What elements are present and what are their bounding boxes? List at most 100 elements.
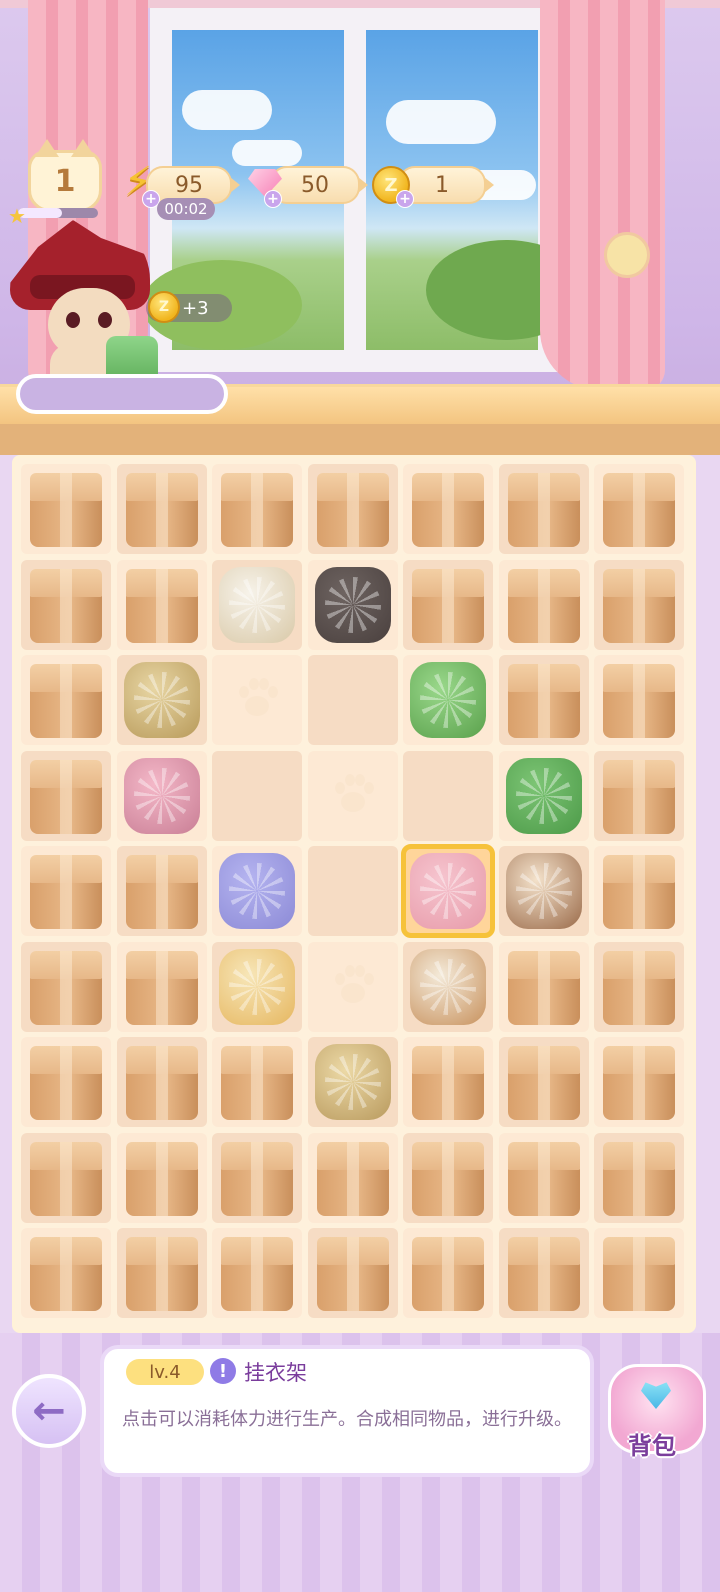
cardboard-box-icon <box>504 565 584 645</box>
cardboard-box-icon <box>26 947 106 1027</box>
cardboard-box-icon <box>217 469 297 549</box>
board-cell[interactable] <box>307 750 398 841</box>
cardboard-box-icon <box>122 1138 202 1218</box>
board-cell[interactable] <box>21 655 111 745</box>
cardboard-box-icon <box>504 1042 584 1122</box>
board-cell[interactable] <box>498 941 589 1032</box>
board-cell[interactable] <box>212 1037 302 1127</box>
board-cell[interactable] <box>403 464 493 554</box>
item-description: 点击可以消耗体力进行生产。合成相同物品，进行升级。 <box>122 1409 572 1430</box>
board-cell[interactable] <box>307 941 398 1032</box>
add-coins-button[interactable]: + <box>396 190 414 208</box>
cardboard-box-icon <box>122 851 202 931</box>
board-cell[interactable] <box>403 941 493 1032</box>
paw-print-icon <box>235 678 279 722</box>
board-cell[interactable] <box>212 1132 302 1223</box>
cardboard-box-icon <box>26 1233 106 1313</box>
board-cell[interactable] <box>116 750 207 841</box>
cardboard-box-icon <box>408 565 488 645</box>
item-info-panel: lv.4 ! 挂衣架 点击可以消耗体力进行生产。合成相同物品，进行升级。 <box>100 1345 594 1477</box>
player-level-badge[interactable]: 1 <box>28 139 102 212</box>
board-cell[interactable] <box>594 464 684 554</box>
cardboard-box-icon <box>26 1042 106 1122</box>
cardboard-box-icon <box>217 1233 297 1313</box>
board-cell[interactable] <box>212 846 302 936</box>
board-cell[interactable] <box>594 846 684 936</box>
gem-value: 50 <box>301 172 329 198</box>
board-cell[interactable] <box>594 1228 684 1318</box>
board-cell[interactable] <box>21 464 111 554</box>
merge-board <box>12 455 696 1333</box>
board-cell[interactable] <box>594 941 684 1032</box>
board-cell[interactable] <box>498 559 589 650</box>
board-cell[interactable] <box>498 1132 589 1223</box>
board-cell[interactable] <box>594 1132 684 1223</box>
curtain-right <box>540 0 665 390</box>
board-cell[interactable] <box>21 846 111 936</box>
board-cell[interactable] <box>594 655 684 745</box>
board-cell[interactable] <box>116 655 207 745</box>
board-cell[interactable] <box>116 1132 207 1223</box>
cardboard-box-icon <box>599 756 679 836</box>
bag-button[interactable]: 背包 <box>600 1356 710 1464</box>
board-cell[interactable] <box>116 941 207 1032</box>
board-cell[interactable] <box>307 846 398 936</box>
board-cell[interactable] <box>212 559 302 650</box>
board-cell[interactable] <box>116 1228 207 1318</box>
board-cell[interactable] <box>403 1132 493 1223</box>
board-cell[interactable] <box>498 655 589 745</box>
back-button[interactable]: ← <box>12 1374 86 1448</box>
rabbit-bag-icon <box>314 1044 391 1120</box>
cardboard-box-icon <box>122 947 202 1027</box>
item-name: 挂衣架 <box>244 1361 307 1385</box>
sill-shadow <box>0 424 720 455</box>
board-cell[interactable] <box>307 1037 398 1127</box>
board-cell[interactable] <box>116 464 207 554</box>
cardboard-box-icon <box>599 469 679 549</box>
board-cell[interactable] <box>403 750 493 841</box>
cardboard-box-icon <box>599 660 679 740</box>
board-cell[interactable] <box>403 1228 493 1318</box>
board-cell[interactable] <box>498 464 589 554</box>
board-cell[interactable] <box>594 559 684 650</box>
blue-jacket-icon <box>219 853 295 929</box>
board-cell[interactable] <box>498 846 589 936</box>
board-cell[interactable] <box>594 750 684 841</box>
cardboard-box-icon <box>408 469 488 549</box>
board-cell[interactable] <box>307 655 398 745</box>
board-cell[interactable] <box>21 1228 111 1318</box>
board-cell[interactable] <box>307 464 398 554</box>
info-icon[interactable]: ! <box>210 1358 236 1384</box>
add-gems-button[interactable]: + <box>264 190 282 208</box>
board-cell[interactable] <box>21 750 111 841</box>
bottle-icon <box>410 948 486 1025</box>
board-cell[interactable] <box>212 655 302 745</box>
board-cell[interactable] <box>307 559 398 650</box>
board-cell[interactable] <box>116 1037 207 1127</box>
board-cell[interactable] <box>21 1037 111 1127</box>
board-cell[interactable] <box>212 750 302 841</box>
board-cell[interactable] <box>403 1037 493 1127</box>
cardboard-box-icon <box>313 1138 393 1218</box>
board-cell[interactable] <box>116 559 207 650</box>
board-cell[interactable] <box>307 1228 398 1318</box>
board-cell[interactable] <box>403 655 493 745</box>
cat-character[interactable] <box>10 220 160 394</box>
board-cell[interactable] <box>21 559 111 650</box>
board-cell[interactable] <box>212 941 302 1032</box>
board-cell[interactable] <box>498 1037 589 1127</box>
board-cell[interactable] <box>307 1132 398 1223</box>
cardboard-box-icon <box>26 1138 106 1218</box>
back-arrow-icon: ← <box>32 1388 66 1434</box>
board-cell[interactable] <box>498 1228 589 1318</box>
cardboard-box-icon <box>26 565 106 645</box>
board-cell[interactable] <box>116 846 207 936</box>
board-cell[interactable] <box>21 1132 111 1223</box>
board-cell[interactable] <box>401 844 495 938</box>
board-cell[interactable] <box>498 750 589 841</box>
board-cell[interactable] <box>212 464 302 554</box>
board-cell[interactable] <box>21 941 111 1032</box>
board-cell[interactable] <box>594 1037 684 1127</box>
board-cell[interactable] <box>212 1228 302 1318</box>
board-cell[interactable] <box>403 559 493 650</box>
